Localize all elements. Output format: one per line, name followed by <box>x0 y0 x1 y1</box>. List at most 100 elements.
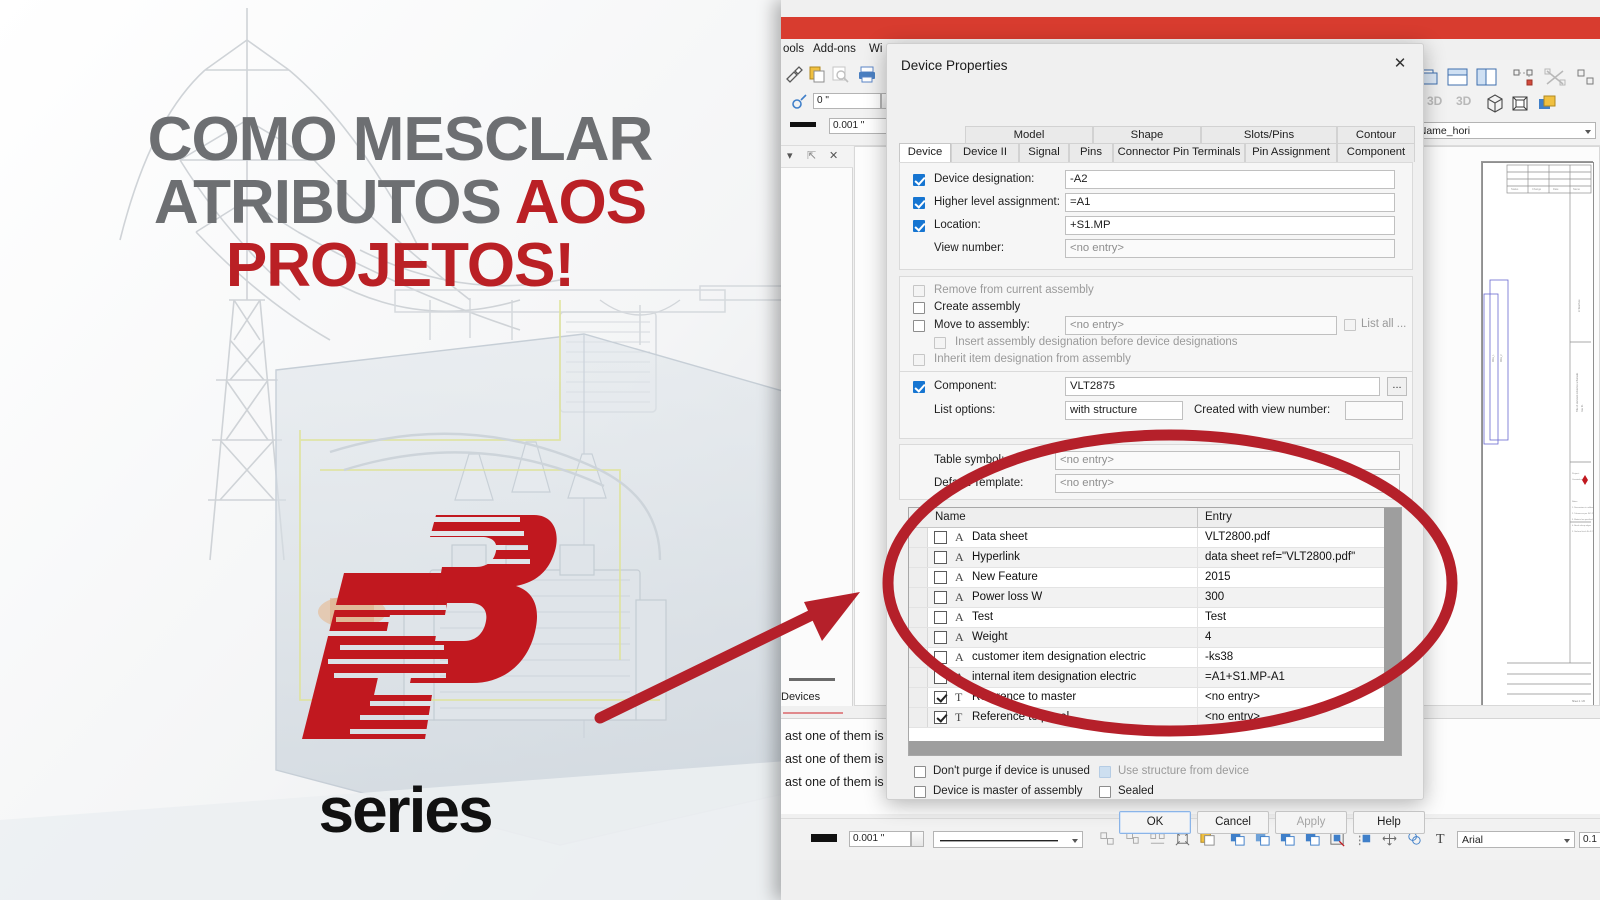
attribute-type-icon: A <box>955 610 964 624</box>
higher-level-assignment-checkbox[interactable] <box>913 197 925 209</box>
table-row[interactable]: A Hyperlink data sheet ref="VLT2800.pdf" <box>909 548 1385 568</box>
use-structure-checkbox[interactable] <box>1099 766 1111 778</box>
table-horizontal-scrollbar[interactable] <box>909 741 1385 755</box>
tab-slots-pins[interactable]: Slots/Pins <box>1201 126 1337 144</box>
table-row[interactable]: Acustomer item designation electric -ks38 <box>909 648 1385 668</box>
ok-button[interactable]: OK <box>1119 811 1191 834</box>
menu-item-addons[interactable]: Add-ons <box>813 43 856 55</box>
shaded-cube-icon[interactable] <box>1510 93 1530 113</box>
table-row[interactable]: Ainternal item designation electric =A1+S… <box>909 668 1385 688</box>
row-checkbox[interactable] <box>934 571 947 584</box>
disconnect-icon[interactable] <box>1543 66 1567 88</box>
row-checkbox[interactable] <box>934 591 947 604</box>
line-style-swatch[interactable] <box>811 834 837 842</box>
table-symbol-field[interactable]: <no entry> <box>1055 451 1400 470</box>
row-checkbox[interactable] <box>934 711 947 724</box>
inherit-item-designation-checkbox[interactable] <box>913 354 925 366</box>
column-header-name[interactable]: Name <box>935 511 966 523</box>
table-row[interactable]: A New Feature 2015 <box>909 568 1385 588</box>
rotate-icon[interactable] <box>789 92 809 112</box>
move-to-assembly-field[interactable]: <no entry> <box>1065 316 1337 335</box>
create-assembly-checkbox[interactable] <box>913 302 925 314</box>
align-left-icon[interactable] <box>1099 830 1116 847</box>
tab-pin-assignment[interactable]: Pin Assignment <box>1245 143 1337 162</box>
close-panel-icon[interactable]: ✕ <box>829 149 838 162</box>
list-options-field[interactable]: with structure <box>1065 401 1183 420</box>
row-checkbox[interactable] <box>934 531 947 544</box>
column-header-entry[interactable]: Entry <box>1205 511 1232 523</box>
find-icon[interactable] <box>830 64 850 84</box>
pin-icon[interactable]: ⇱ <box>807 149 816 162</box>
sealed-checkbox[interactable] <box>1099 786 1111 798</box>
table-row[interactable]: A Test Test <box>909 608 1385 628</box>
line-width-swatch[interactable] <box>790 122 816 127</box>
device-designation-checkbox[interactable] <box>913 174 925 186</box>
table-row[interactable]: A Power loss W 300 <box>909 588 1385 608</box>
format-painter-icon[interactable] <box>784 64 804 84</box>
remove-from-current-assembly-checkbox[interactable] <box>913 285 925 297</box>
sidebar-tab-devices[interactable]: Devices <box>781 691 853 713</box>
line-type-combo[interactable] <box>933 831 1083 848</box>
created-with-view-number-field[interactable] <box>1345 401 1403 420</box>
wireframe-cube-icon[interactable] <box>1485 93 1505 113</box>
list-all-checkbox[interactable] <box>1344 319 1356 331</box>
angle-input[interactable]: 0 " <box>813 93 881 109</box>
tab-signal[interactable]: Signal <box>1019 143 1069 162</box>
table-row[interactable]: A Data sheet VLT2800.pdf <box>909 528 1385 548</box>
row-checkbox[interactable] <box>934 611 947 624</box>
tab-connector-pin-terminals[interactable]: Connector Pin Terminals <box>1113 143 1245 162</box>
apply-button[interactable]: Apply <box>1275 811 1347 834</box>
location-checkbox[interactable] <box>913 220 925 232</box>
tab-pins[interactable]: Pins <box>1069 143 1113 162</box>
tab-shape[interactable]: Shape <box>1093 126 1201 144</box>
highlight-object-icon[interactable] <box>1537 93 1557 113</box>
print-icon[interactable] <box>857 64 877 84</box>
row-checkbox[interactable] <box>934 671 947 684</box>
text-tool-icon[interactable]: T <box>1436 832 1445 848</box>
device-is-master-checkbox[interactable] <box>914 786 926 798</box>
more-tools-icon[interactable] <box>1575 66 1597 88</box>
status-precision-stepper[interactable] <box>911 831 924 847</box>
device-designation-field[interactable]: -A2 <box>1065 170 1395 189</box>
select-connected-icon[interactable] <box>1511 66 1535 88</box>
help-button[interactable]: Help <box>1353 811 1425 834</box>
tab-device[interactable]: Device <box>899 143 951 162</box>
row-checkbox[interactable] <box>934 631 947 644</box>
higher-level-assignment-field[interactable]: =A1 <box>1065 193 1395 212</box>
column-divider <box>1197 548 1198 568</box>
default-template-field[interactable]: <no entry> <box>1055 474 1400 493</box>
table-row[interactable]: T Reference to panel <no entry> <box>909 708 1385 728</box>
view-3d-b-label[interactable]: 3D <box>1456 94 1471 108</box>
row-checkbox[interactable] <box>934 651 947 664</box>
tab-model[interactable]: Model <box>965 126 1093 144</box>
table-row[interactable]: A Weight 4 <box>909 628 1385 648</box>
tile-horizontal-icon[interactable] <box>1446 66 1470 88</box>
location-field[interactable]: +S1.MP <box>1065 216 1395 235</box>
tab-contour[interactable]: Contour <box>1337 126 1415 144</box>
row-checkbox[interactable] <box>934 551 947 564</box>
tab-component[interactable]: Component <box>1337 143 1415 162</box>
cancel-button[interactable]: Cancel <box>1197 811 1269 834</box>
component-browse-button[interactable]: ... <box>1387 377 1407 396</box>
row-checkbox[interactable] <box>934 691 947 704</box>
text-height-input[interactable]: 0.1 " <box>1579 832 1600 848</box>
insert-assembly-designation-checkbox[interactable] <box>934 337 946 349</box>
menu-item-tools[interactable]: ools <box>783 43 804 55</box>
panel-menu-icon[interactable]: ▾ <box>787 149 793 162</box>
tab-device-ii[interactable]: Device II <box>951 143 1019 162</box>
dont-purge-checkbox[interactable] <box>914 766 926 778</box>
view-3d-a-label[interactable]: 3D <box>1427 94 1442 108</box>
font-family-combo[interactable]: Arial <box>1457 831 1575 848</box>
menu-item-window[interactable]: Wi <box>869 43 882 55</box>
close-icon[interactable]: ✕ <box>1387 53 1413 75</box>
status-precision-input[interactable]: 0.001 " <box>849 831 911 847</box>
move-to-assembly-checkbox[interactable] <box>913 320 925 332</box>
view-number-field[interactable]: <no entry> <box>1065 239 1395 258</box>
component-field[interactable]: VLT2875 <box>1065 377 1380 396</box>
table-row[interactable]: T Reference to master <no entry> <box>909 688 1385 708</box>
tile-vertical-icon[interactable] <box>1475 66 1499 88</box>
component-checkbox[interactable] <box>913 381 925 393</box>
table-vertical-scrollbar[interactable] <box>1384 508 1401 755</box>
copy-icon[interactable] <box>807 64 827 84</box>
attributes-table[interactable]: Name Entry A Data sheet VLT2800.pdf A Hyperl… <box>908 507 1402 756</box>
